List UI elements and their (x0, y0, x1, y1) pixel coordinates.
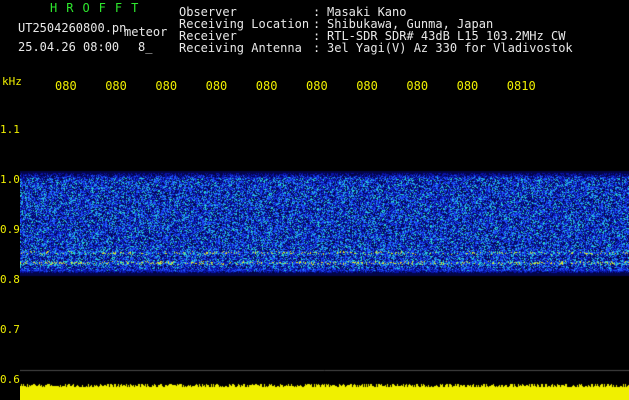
x-tick-label: 080 (205, 79, 228, 93)
x-tick-label: 080 (55, 79, 77, 93)
x-tick-label: 080 (155, 79, 178, 93)
y-tick-label: 1.1 (0, 123, 20, 136)
file-name: UT2504260800.pn (18, 21, 127, 35)
app-title: HROFFT (50, 1, 148, 15)
spectrogram-plot (20, 97, 629, 400)
y-tick-label: 0.8 (0, 273, 20, 286)
file-kind: meteor (124, 25, 168, 39)
y-axis-unit: kHz (2, 75, 22, 88)
meta-sep: : (313, 41, 321, 55)
x-tick-label: 080 (456, 79, 479, 93)
x-tick-label: 0810 (506, 79, 536, 93)
date-time: 25.04.26 08:00 (18, 40, 120, 54)
meta-value-antenna: 3el Yagi(V) Az 330 for Vladivostok (327, 41, 573, 55)
y-tick-label: 1.0 (0, 173, 20, 186)
spectrogram-window: HROFFT UT2504260800.pn meteor 25.04.26 0… (0, 0, 629, 400)
x-tick-label: 080 (306, 79, 328, 93)
y-tick-label: 0.7 (0, 323, 20, 336)
frame-marker: 8_ (138, 40, 153, 54)
y-tick-label: 0.6 (0, 373, 20, 386)
x-tick-label: 080 (105, 79, 127, 93)
x-tick-label: 080 (406, 79, 429, 93)
x-tick-label: 080 (356, 79, 378, 93)
x-tick-label: 080 (255, 79, 278, 93)
meta-label-antenna: Receiving Antenna (179, 41, 302, 55)
y-tick-label: 0.9 (0, 223, 20, 236)
